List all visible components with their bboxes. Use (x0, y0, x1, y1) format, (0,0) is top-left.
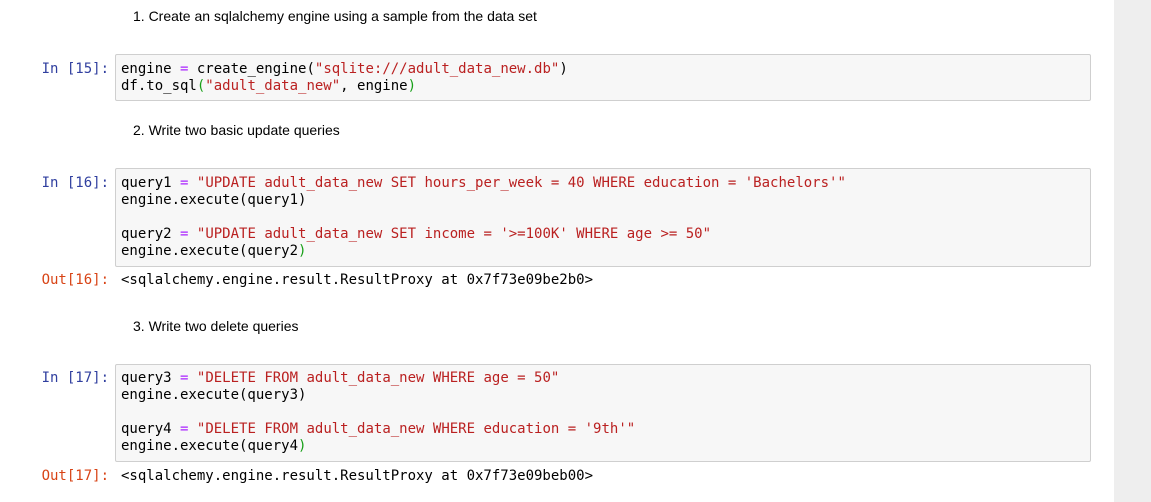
string-token: "UPDATE adult_data_new SET income = '>=1… (196, 226, 712, 242)
code-token: engine.execute (121, 438, 240, 454)
output-prompt-17: Out[17]: (41, 468, 109, 484)
code-token: query2 (247, 243, 299, 259)
string-token: "sqlite:///adult_data_new.db" (314, 61, 560, 77)
code-token: query4 (121, 421, 181, 437)
string-token: "DELETE FROM adult_data_new WHERE age = … (196, 370, 560, 386)
code-editor-17[interactable]: query3 = "DELETE FROM adult_data_new WHE… (121, 370, 635, 455)
code-line: engine.execute(query2) (121, 243, 846, 260)
code-line: engine = create_engine("sqlite:///adult_… (121, 61, 568, 78)
output-text-16: <sqlalchemy.engine.result.ResultProxy at… (121, 272, 594, 288)
code-token: create_engine( (188, 61, 315, 77)
code-line: engine.execute(query4) (121, 438, 635, 455)
input-prompt-17: In [17]: (41, 370, 109, 386)
code-token: query2 (121, 226, 181, 242)
markdown-step-3: 3. Write two delete queries (133, 318, 299, 334)
code-editor-15[interactable]: engine = create_engine("sqlite:///adult_… (121, 61, 568, 95)
code-token: query3 (121, 370, 181, 386)
input-prompt-16: In [16]: (41, 175, 109, 191)
code-line: query3 = "DELETE FROM adult_data_new WHE… (121, 370, 635, 387)
output-prompt-16: Out[16]: (41, 272, 109, 288)
code-token: engine.execute(query1) (121, 192, 307, 208)
markdown-step-1: 1. Create an sqlalchemy engine using a s… (133, 8, 537, 24)
code-line: query2 = "UPDATE adult_data_new SET inco… (121, 226, 846, 243)
code-token: query1 (121, 175, 181, 191)
code-line: engine.execute(query1) (121, 192, 846, 209)
string-token: "adult_data_new" (205, 78, 341, 94)
code-token: query4 (247, 438, 299, 454)
paren-token: ) (298, 243, 307, 259)
scrollbar-gutter[interactable] (1114, 0, 1151, 502)
code-token: engine (121, 61, 181, 77)
code-token: engine.execute (121, 243, 240, 259)
string-token: "DELETE FROM adult_data_new WHERE educat… (196, 421, 636, 437)
input-prompt-15: In [15]: (41, 61, 109, 77)
code-editor-16[interactable]: query1 = "UPDATE adult_data_new SET hour… (121, 175, 846, 260)
code-token: , engine (340, 78, 408, 94)
string-token: "UPDATE adult_data_new SET hours_per_wee… (196, 175, 846, 191)
code-line: query4 = "DELETE FROM adult_data_new WHE… (121, 421, 635, 438)
code-line: engine.execute(query3) (121, 387, 635, 404)
paren-token: ) (407, 78, 417, 94)
code-token: ) (559, 61, 568, 77)
code-token: df.to_sql (121, 78, 197, 94)
code-token: engine.execute(query3) (121, 387, 307, 403)
markdown-step-2: 2. Write two basic update queries (133, 122, 340, 138)
paren-token: ) (298, 438, 307, 454)
output-text-17: <sqlalchemy.engine.result.ResultProxy at… (121, 468, 594, 484)
code-line: df.to_sql("adult_data_new", engine) (121, 78, 568, 95)
code-line: query1 = "UPDATE adult_data_new SET hour… (121, 175, 846, 192)
